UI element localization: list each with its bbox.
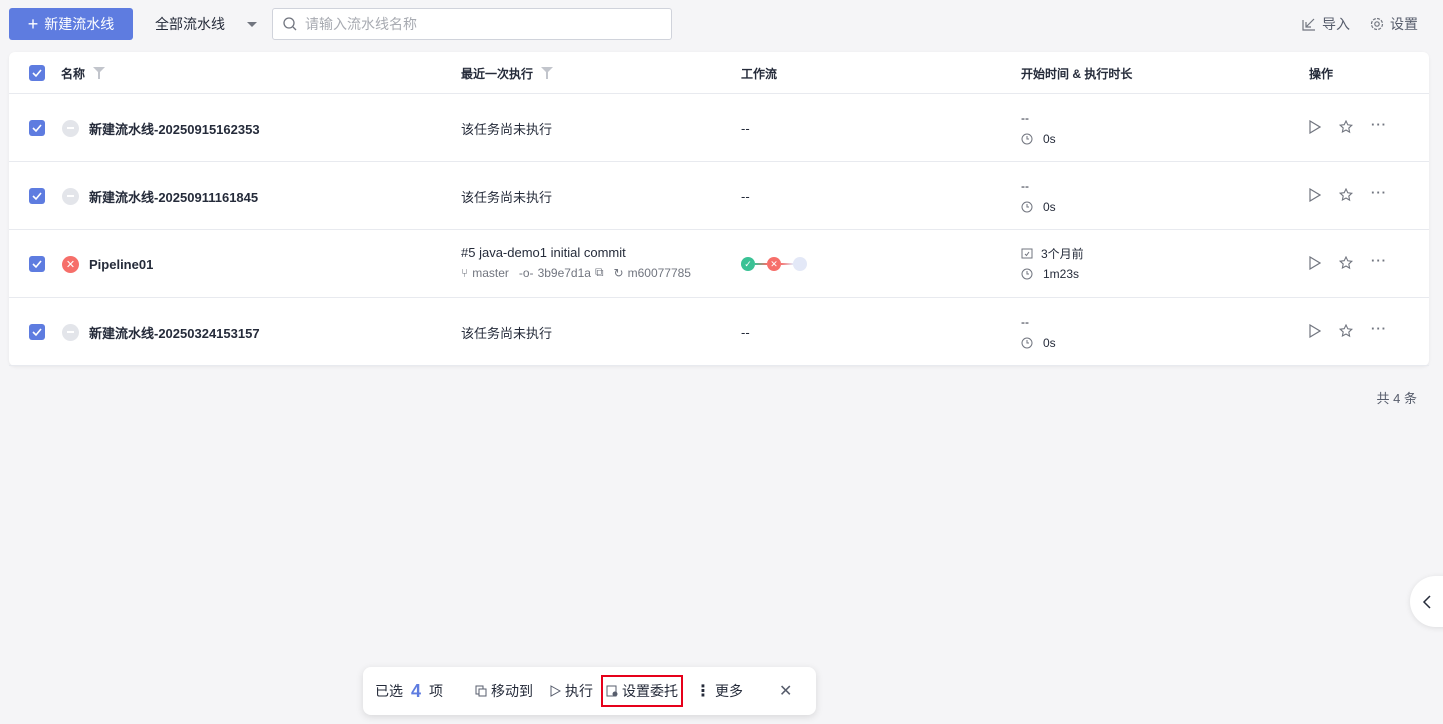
workflow-empty: --	[741, 120, 750, 136]
star-icon[interactable]	[1339, 188, 1353, 202]
row-checkbox[interactable]	[29, 324, 45, 340]
table-row[interactable]: 新建流水线-20250911161845 该任务尚未执行 -- -- 0s ···	[9, 162, 1429, 230]
pipeline-name[interactable]: Pipeline01	[89, 257, 153, 272]
stage-failed-icon: ✕	[767, 257, 781, 271]
copy-icon[interactable]: ⧉	[595, 265, 604, 280]
plus-icon: +	[27, 13, 39, 34]
branch: master	[472, 265, 509, 280]
chevron-left-icon	[1422, 594, 1431, 609]
header-time: 开始时间 & 执行时长	[1021, 66, 1133, 81]
play-icon[interactable]	[1309, 188, 1321, 202]
clock-icon	[1021, 337, 1033, 349]
scope-dropdown[interactable]: 全部流水线	[155, 8, 257, 40]
star-icon[interactable]	[1339, 256, 1353, 270]
header-name: 名称	[61, 66, 86, 81]
branch-icon: ⑂	[461, 265, 469, 280]
star-icon[interactable]	[1339, 120, 1353, 134]
duration: 0s	[1043, 132, 1056, 146]
play-icon[interactable]	[1309, 324, 1321, 338]
clock-icon	[1021, 201, 1033, 213]
total-count: 共 4 条	[1376, 391, 1417, 406]
settings-button[interactable]: 设置	[1370, 8, 1418, 40]
set-delegate-button[interactable]: 设置委托	[601, 675, 684, 707]
play-icon[interactable]	[1309, 256, 1321, 270]
select-all-checkbox[interactable]	[29, 65, 45, 81]
play-icon[interactable]	[1309, 120, 1321, 134]
stage-pending-icon	[793, 257, 807, 271]
commit-icon: -o-	[518, 265, 534, 280]
move-icon	[475, 685, 487, 697]
status-failed-icon: ✕	[62, 255, 79, 273]
start-time: 3个月前	[1041, 246, 1084, 261]
filter-icon[interactable]	[93, 67, 106, 79]
status-not-run-icon	[62, 323, 79, 341]
more-horizontal-icon[interactable]: ···	[1371, 321, 1387, 336]
selected-suffix: 项	[429, 683, 444, 699]
table-row[interactable]: 新建流水线-20250915162353 该任务尚未执行 -- -- 0s ···	[9, 94, 1429, 162]
selected-count: 4	[411, 680, 422, 701]
table-row[interactable]: ✕ Pipeline01 #5 java-demo1 initial commit…	[9, 230, 1429, 298]
start-time: --	[1021, 179, 1029, 193]
pipeline-name[interactable]: 新建流水线-20250915162353	[89, 119, 260, 138]
start-time: --	[1021, 315, 1029, 329]
row-checkbox[interactable]	[29, 256, 45, 272]
collapse-panel-button[interactable]	[1410, 576, 1443, 627]
new-pipeline-button[interactable]: + 新建流水线	[9, 8, 133, 40]
delegate-icon	[606, 685, 618, 697]
more-horizontal-icon[interactable]: ···	[1371, 185, 1387, 200]
clock-icon	[1021, 268, 1033, 280]
pipeline-name[interactable]: 新建流水线-20250324153157	[89, 323, 260, 342]
more-horizontal-icon[interactable]: ···	[1371, 117, 1387, 132]
table-header: 名称 最近一次执行 工作流 开始时间 & 执行时长 操作	[9, 52, 1429, 94]
search-input[interactable]	[305, 16, 671, 32]
commit-id: 3b9e7d1a	[537, 265, 591, 280]
stage-success-icon: ✓	[741, 257, 755, 271]
play-icon	[550, 685, 562, 697]
duration: 1m23s	[1043, 267, 1080, 281]
table-row[interactable]: 新建流水线-20250324153157 该任务尚未执行 -- -- 0s ···	[9, 298, 1429, 366]
workflow-stages[interactable]: ✓ ✕	[741, 230, 807, 298]
pipeline-table: 名称 最近一次执行 工作流 开始时间 & 执行时长 操作 新建流水线-20250…	[9, 52, 1429, 366]
last-run-text: 该任务尚未执行	[461, 325, 553, 341]
header-last-run: 最近一次执行	[461, 66, 534, 81]
caret-down-icon	[247, 21, 257, 27]
more-button[interactable]: ⋮ 更多	[695, 681, 743, 701]
row-checkbox[interactable]	[29, 120, 45, 136]
duration: 0s	[1043, 200, 1056, 214]
row-checkbox[interactable]	[29, 188, 45, 204]
calendar-icon	[1021, 248, 1033, 259]
more-vertical-icon: ⋮	[695, 683, 712, 700]
import-icon	[1302, 18, 1315, 31]
user-icon: ↻	[613, 265, 624, 280]
last-run-text: 该任务尚未执行	[461, 189, 553, 205]
workflow-empty: --	[741, 188, 750, 204]
start-time: --	[1021, 111, 1029, 125]
star-icon[interactable]	[1339, 324, 1353, 338]
filter-icon[interactable]	[541, 67, 554, 79]
last-run-title[interactable]: #5 java-demo1 initial commit	[461, 245, 691, 260]
workflow-empty: --	[741, 324, 750, 340]
trigger-user: m60077785	[627, 265, 691, 280]
status-not-run-icon	[62, 119, 79, 137]
search-box[interactable]	[272, 8, 672, 40]
clock-icon	[1021, 133, 1033, 145]
search-icon	[283, 17, 297, 31]
close-icon[interactable]: ✕	[779, 681, 792, 701]
header-workflow: 工作流	[741, 66, 778, 81]
status-not-run-icon	[62, 187, 79, 205]
duration: 0s	[1043, 336, 1056, 350]
selected-label: 已选	[375, 683, 403, 699]
pipeline-name[interactable]: 新建流水线-20250911161845	[89, 187, 258, 206]
import-button[interactable]: 导入	[1302, 8, 1350, 40]
batch-action-bar: 已选 4 项 移动到 执行 设置委托 ⋮ 更多 ✕	[363, 667, 816, 715]
gear-icon	[1370, 17, 1384, 31]
header-actions: 操作	[1309, 66, 1334, 81]
more-horizontal-icon[interactable]: ···	[1371, 253, 1387, 268]
move-to-button[interactable]: 移动到	[475, 681, 533, 701]
last-run-text: 该任务尚未执行	[461, 121, 553, 137]
run-button[interactable]: 执行	[549, 681, 593, 701]
